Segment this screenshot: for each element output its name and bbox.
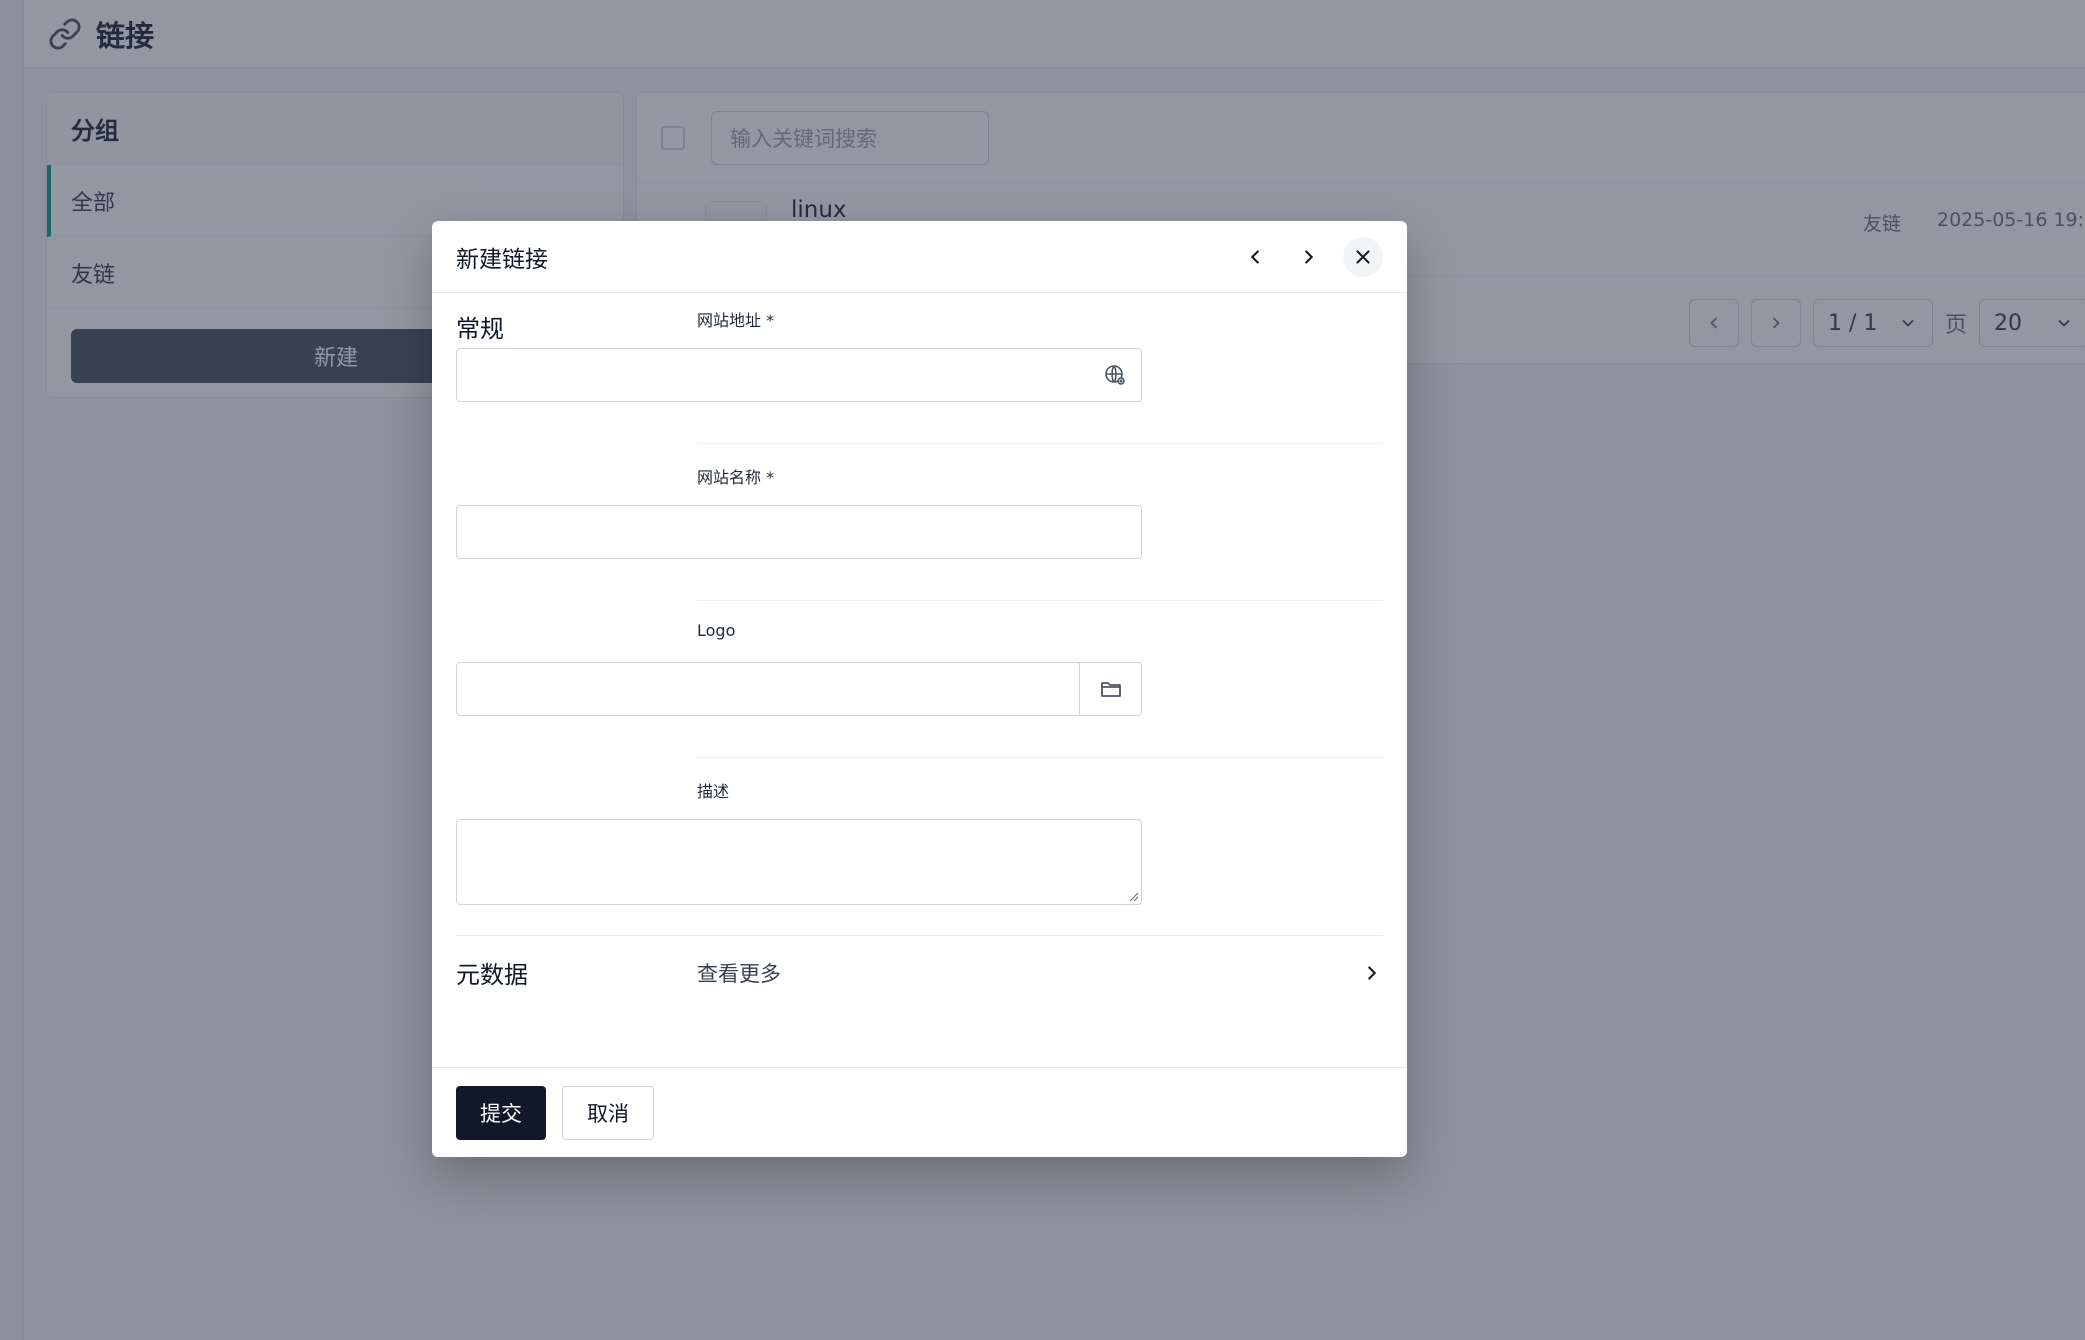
previous-button[interactable] [1235, 237, 1275, 277]
cancel-button[interactable]: 取消 [562, 1085, 654, 1140]
url-input[interactable] [456, 348, 1142, 402]
new-link-modal: 新建链接 常规 网站地址 * 网站名称 * Logo 描述 元数据 查看更多 提… [432, 221, 1407, 1157]
divider [697, 600, 1383, 601]
section-divider [456, 935, 1383, 936]
modal-footer: 提交 取消 [432, 1067, 1407, 1157]
section-general-label: 常规 [456, 315, 504, 343]
name-input[interactable] [456, 505, 1142, 559]
submit-button[interactable]: 提交 [456, 1085, 546, 1140]
logo-input[interactable] [456, 662, 1142, 716]
resize-handle-icon[interactable] [1127, 890, 1139, 902]
divider [697, 757, 1383, 758]
see-more-row[interactable]: 查看更多 [697, 953, 1383, 993]
description-textarea[interactable] [456, 819, 1142, 905]
chevron-right-icon [1305, 249, 1314, 264]
browse-attachments-button[interactable] [1079, 663, 1141, 715]
close-icon [1356, 249, 1370, 264]
folder-icon [1100, 682, 1121, 697]
section-metadata-label: 元数据 [456, 961, 528, 989]
modal-title: 新建链接 [456, 246, 548, 273]
name-field-label: 网站名称 * [697, 468, 775, 487]
see-more-label: 查看更多 [697, 962, 781, 986]
logo-field-label: Logo [697, 621, 736, 640]
modal-header: 新建链接 [432, 221, 1407, 293]
chevron-left-icon [1250, 249, 1259, 264]
divider [697, 443, 1383, 444]
next-button[interactable] [1289, 237, 1329, 277]
description-field-label: 描述 [697, 782, 730, 801]
close-button[interactable] [1343, 236, 1383, 277]
globe-icon[interactable] [1103, 363, 1127, 387]
chevron-right-icon [1368, 966, 1377, 980]
url-field-label: 网站地址 * [697, 311, 775, 330]
